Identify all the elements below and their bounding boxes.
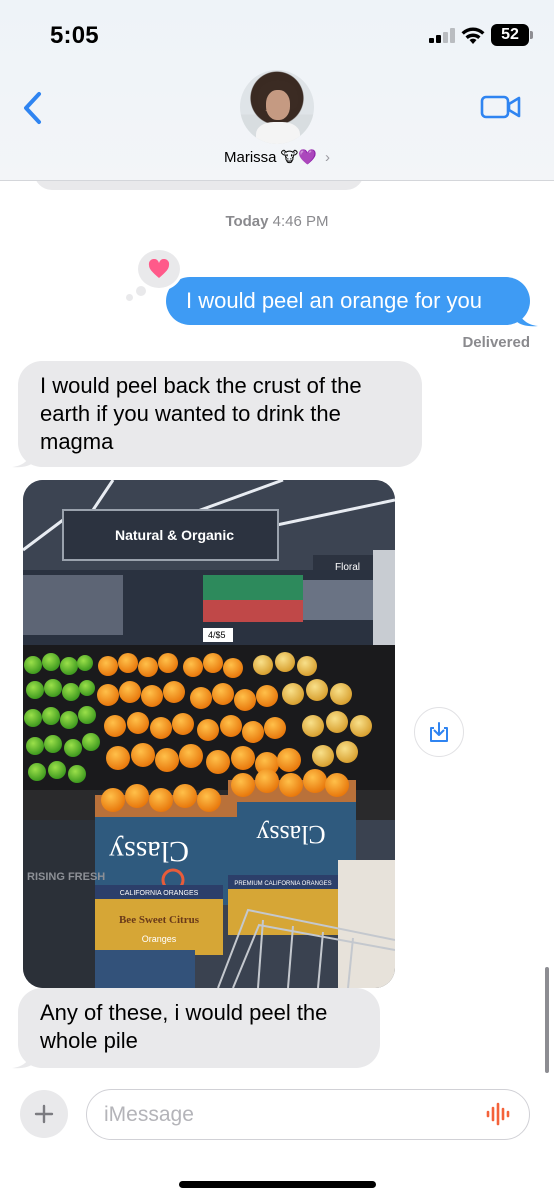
back-chevron-icon[interactable]: [20, 90, 46, 126]
heart-icon: [148, 259, 170, 278]
bin-text: RISING FRESH: [27, 871, 105, 883]
timestamp-time: 4:46 PM: [272, 213, 329, 230]
box-brand-1: Classy: [109, 835, 189, 868]
bubble-tail: [12, 1047, 34, 1069]
crate-label-1: CALIFORNIA ORANGES: [120, 890, 199, 897]
video-camera-icon[interactable]: [480, 93, 522, 121]
apps-plus-button[interactable]: [20, 1090, 68, 1138]
outgoing-message-bubble[interactable]: I would peel an orange for you: [166, 277, 530, 325]
imessage-input[interactable]: [86, 1089, 530, 1140]
status-time: 5:05: [50, 22, 99, 49]
crate-sub: Oranges: [142, 934, 177, 944]
plus-icon: [34, 1104, 54, 1124]
bubble-tail: [12, 446, 34, 468]
delivered-status: Delivered: [462, 334, 530, 351]
chevron-right-icon: ›: [324, 148, 330, 166]
crate-brand: Bee Sweet Citrus: [119, 914, 200, 926]
grocery-photo: Natural & Organic Floral 4/$5 Classy Cla…: [23, 480, 395, 988]
audio-message-icon[interactable]: [484, 1100, 514, 1128]
price-tag: 4/$5: [208, 630, 226, 640]
contact-name: Marissa: [224, 148, 277, 166]
tapback-reaction[interactable]: [126, 247, 183, 301]
bubble-tail: [516, 305, 538, 327]
incoming-message-bubble[interactable]: I would peel back the crust of the earth…: [18, 361, 422, 467]
contact-emojis: 🐮💜: [280, 149, 317, 166]
scrollbar[interactable]: [545, 967, 549, 1073]
box-brand-2: Classy: [256, 820, 325, 849]
contact-avatar[interactable]: [240, 70, 314, 144]
timestamp-day: Today: [225, 213, 269, 230]
download-icon: [430, 722, 448, 742]
photo-message[interactable]: Natural & Organic Floral 4/$5 Classy Cla…: [23, 480, 395, 988]
conversation-header: 5:05 52 Marissa 🐮💜 ›: [0, 0, 554, 181]
thread-timestamp: Today 4:46 PM: [0, 213, 554, 230]
crate-label-2: PREMIUM CALIFORNIA ORANGES: [234, 881, 331, 887]
contact-name-button[interactable]: Marissa 🐮💜 ›: [0, 148, 554, 167]
home-indicator: [179, 1181, 376, 1188]
incoming-message-bubble[interactable]: Any of these, i would peel the whole pil…: [18, 988, 380, 1068]
wifi-icon: [461, 27, 485, 44]
sign-text: Natural & Organic: [115, 527, 234, 543]
cellular-signal-icon: [429, 27, 455, 43]
battery-icon: 52: [491, 24, 533, 46]
save-photo-button[interactable]: [414, 707, 464, 757]
